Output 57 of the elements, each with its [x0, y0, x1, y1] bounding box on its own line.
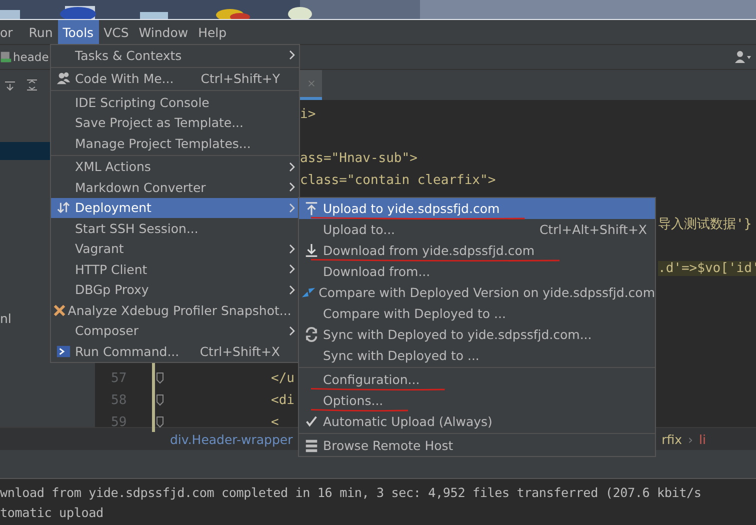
- menu-item[interactable]: Tools: [58, 20, 99, 44]
- breadcrumb[interactable]: li: [699, 432, 706, 446]
- menu-item[interactable]: Vagrant: [51, 238, 299, 259]
- menu-item[interactable]: or: [0, 20, 18, 44]
- breadcrumb[interactable]: rfix: [662, 432, 682, 446]
- menu-item[interactable]: Compare with Deployed Version on yide.sdpssfjd.com: [299, 282, 655, 303]
- code-line: </u: [271, 370, 294, 386]
- code-line: class="contain clearfix">: [300, 172, 496, 188]
- menu-item[interactable]: HTTP Client: [51, 259, 299, 280]
- menu-item[interactable]: Sync with Deployed to yide.sdpssfjd.com...: [299, 324, 655, 345]
- menu-item[interactable]: XML Actions: [51, 156, 299, 177]
- change-marker: [152, 362, 155, 432]
- line-number: 58: [111, 392, 127, 408]
- breadcrumb-separator: ›: [688, 432, 694, 446]
- menu-item[interactable]: Save Project as Template...: [51, 112, 299, 133]
- console-line: wnload from yide.sdpssfjd.com completed in 16 min, 3 sec: 4,952 files transferred (207.6 kbit/s: [0, 484, 702, 502]
- menu-item[interactable]: Download from...: [299, 261, 655, 282]
- menu-item[interactable]: Run: [24, 20, 58, 44]
- menu-item[interactable]: Help: [193, 20, 232, 44]
- menu-item[interactable]: Browse Remote Host: [299, 435, 655, 456]
- menu-item[interactable]: Automatic Upload (Always): [299, 411, 655, 432]
- menu-item[interactable]: Analyze Xdebug Profiler Snapshot...: [51, 300, 299, 320]
- line-number: 57: [111, 370, 127, 386]
- editor-tab[interactable]: [300, 70, 322, 100]
- expand-icon[interactable]: [25, 78, 39, 92]
- menu-item[interactable]: Compare with Deployed to ...: [299, 303, 655, 324]
- line-number: 59: [111, 414, 127, 430]
- menu-item[interactable]: Tasks & Contexts: [51, 45, 299, 66]
- menu-item[interactable]: Run Command... Ctrl+Shift+X: [51, 341, 299, 362]
- code-line: <di: [271, 392, 294, 408]
- menu-item[interactable]: Manage Project Templates...: [51, 133, 299, 154]
- menu-item[interactable]: Options...: [299, 390, 655, 411]
- menu-item[interactable]: Start SSH Session...: [51, 218, 299, 238]
- console-line: tomatic upload: [0, 504, 104, 522]
- menu-item[interactable]: Sync with Deployed to ...: [299, 345, 655, 366]
- menu-item[interactable]: Upload to yide.sdpssfjd.com: [299, 198, 655, 219]
- menu-item[interactable]: Window: [134, 20, 194, 44]
- fold-icon[interactable]: [155, 371, 165, 385]
- user-icon[interactable]: [734, 50, 752, 64]
- menu-item[interactable]: DBGp Proxy: [51, 280, 299, 300]
- menu-item[interactable]: Download from yide.sdpssfjd.com: [299, 240, 655, 261]
- menu-item[interactable]: VCS: [98, 20, 134, 44]
- code-line: 导入测试数据'}: [658, 216, 752, 233]
- file-icon: [0, 50, 12, 64]
- fold-icon[interactable]: [155, 393, 165, 407]
- file-name[interactable]: heade: [13, 50, 49, 64]
- menu-item[interactable]: Configuration...: [299, 369, 655, 390]
- menu-item[interactable]: IDE Scripting Console: [51, 92, 299, 112]
- menu-item[interactable]: Upload to... Ctrl+Alt+Shift+X: [299, 219, 655, 240]
- menu-item[interactable]: Deployment: [51, 198, 299, 218]
- breadcrumb[interactable]: div.Header-wrapper: [170, 432, 293, 446]
- menu-item[interactable]: Markdown Converter: [51, 177, 299, 198]
- menu-item[interactable]: Composer: [51, 320, 299, 341]
- code-line: <: [271, 414, 279, 430]
- fold-icon[interactable]: [155, 415, 165, 429]
- code-line: ass="Hnav-sub">: [300, 150, 418, 166]
- code-line: i>: [300, 106, 316, 122]
